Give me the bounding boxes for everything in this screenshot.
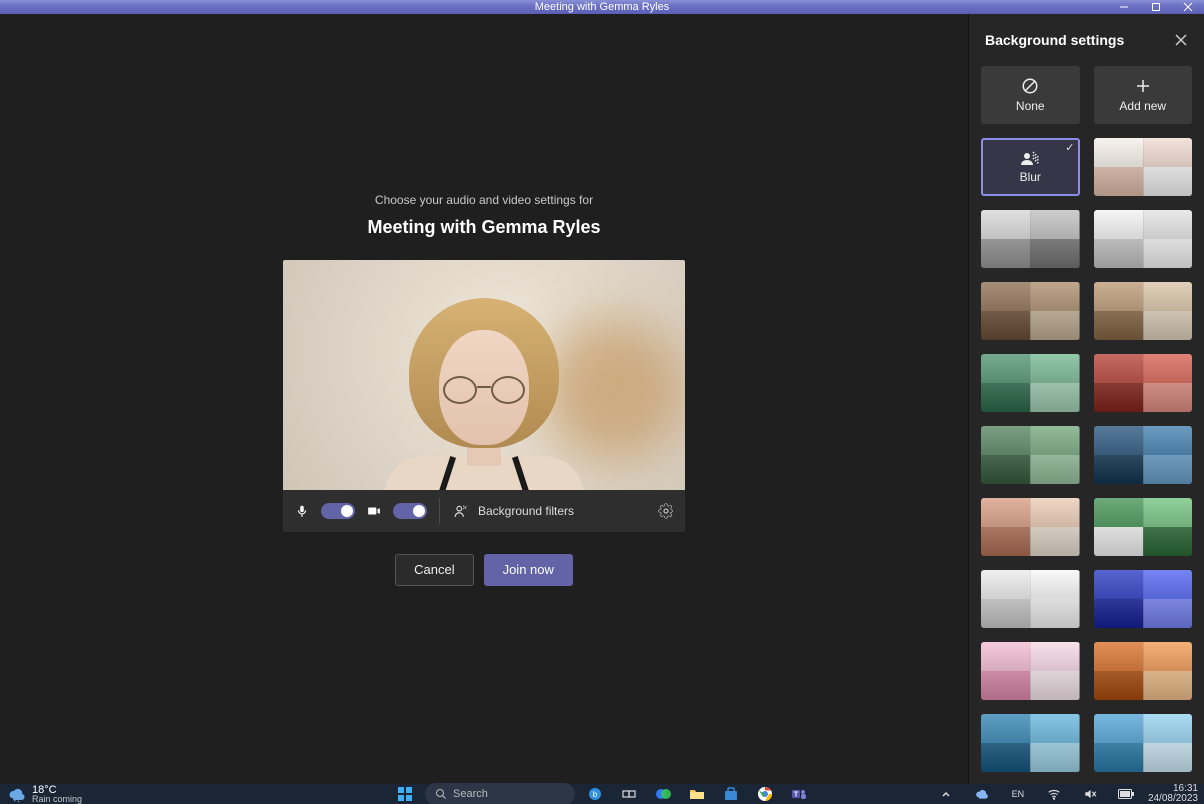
cancel-button[interactable]: Cancel bbox=[395, 554, 473, 586]
taskbar-chrome-button[interactable] bbox=[751, 783, 779, 804]
background-option-blur-label: Blur bbox=[1020, 170, 1041, 184]
background-option-autumn-orange[interactable] bbox=[1094, 642, 1193, 700]
search-icon bbox=[435, 788, 447, 800]
prejoin-prompt: Choose your audio and video settings for bbox=[375, 193, 593, 207]
background-filters-button[interactable]: Background filters bbox=[452, 502, 647, 520]
background-option-hall-green[interactable] bbox=[981, 426, 1080, 484]
taskbar-widgets-button[interactable] bbox=[649, 783, 677, 804]
window-close-button[interactable] bbox=[1172, 0, 1204, 14]
main-area: Choose your audio and video settings for… bbox=[0, 14, 1204, 784]
windows-taskbar: 18°C Rain coming Search b T EN 16:31 24/ bbox=[0, 784, 1204, 804]
prejoin-actions: Cancel Join now bbox=[395, 554, 573, 586]
panel-header: Background settings bbox=[969, 14, 1204, 66]
taskbar-store-button[interactable] bbox=[717, 783, 745, 804]
window-controls bbox=[1108, 0, 1204, 14]
tray-chevron-button[interactable] bbox=[932, 783, 960, 804]
background-thumbnails-grid: None Add new ✓ bbox=[981, 66, 1192, 772]
cancel-button-label: Cancel bbox=[414, 562, 454, 577]
prejoin-controls-bar: Background filters bbox=[283, 490, 685, 532]
join-now-button[interactable]: Join now bbox=[484, 554, 573, 586]
taskbar-explorer-button[interactable] bbox=[683, 783, 711, 804]
taskbar-search-placeholder: Search bbox=[453, 788, 488, 800]
check-icon: ✓ bbox=[1065, 141, 1074, 154]
svg-text:T: T bbox=[794, 792, 799, 799]
background-option-gallery-white[interactable] bbox=[981, 570, 1080, 628]
taskbar-clock[interactable]: 16:31 24/08/2023 bbox=[1148, 784, 1198, 804]
background-option-corridor-blue[interactable] bbox=[1094, 570, 1193, 628]
background-option-arch-desert[interactable] bbox=[981, 498, 1080, 556]
panel-close-button[interactable] bbox=[1174, 33, 1188, 47]
background-option-loft-grey[interactable] bbox=[981, 210, 1080, 268]
background-option-portal-green[interactable] bbox=[1094, 498, 1193, 556]
taskbar-date: 24/08/2023 bbox=[1148, 794, 1198, 804]
none-icon bbox=[1021, 77, 1039, 95]
background-option-cave-blue[interactable] bbox=[1094, 426, 1193, 484]
window-maximize-button[interactable] bbox=[1140, 0, 1172, 14]
background-option-add-new-label: Add new bbox=[1119, 99, 1166, 113]
window-titlebar: Meeting with Gemma Ryles bbox=[0, 0, 1204, 14]
taskbar-teams-button[interactable]: T bbox=[785, 783, 813, 804]
prejoin-stage: Choose your audio and video settings for… bbox=[0, 14, 968, 784]
background-option-patio-glass[interactable] bbox=[981, 354, 1080, 412]
svg-text:b: b bbox=[593, 790, 598, 799]
controls-divider bbox=[439, 498, 440, 524]
background-option-living-warm[interactable] bbox=[981, 282, 1080, 340]
microphone-toggle[interactable] bbox=[321, 503, 355, 519]
background-option-studio-white-arch[interactable] bbox=[1094, 210, 1193, 268]
background-option-abstract-underwater[interactable] bbox=[981, 714, 1080, 772]
taskbar-center: Search b T bbox=[391, 783, 813, 804]
background-option-none[interactable]: None bbox=[981, 66, 1080, 124]
plus-icon bbox=[1134, 77, 1152, 95]
background-filters-label: Background filters bbox=[478, 504, 574, 518]
taskbar-weather-sub: Rain coming bbox=[32, 794, 82, 804]
tray-onedrive-icon[interactable] bbox=[968, 783, 996, 804]
window-minimize-button[interactable] bbox=[1108, 0, 1140, 14]
tray-wifi-icon[interactable] bbox=[1040, 783, 1068, 804]
background-option-blur[interactable]: ✓ Blur bbox=[981, 138, 1080, 196]
video-card: Background filters bbox=[283, 260, 685, 532]
window-title: Meeting with Gemma Ryles bbox=[535, 1, 670, 13]
background-option-none-label: None bbox=[1016, 99, 1045, 113]
camera-toggle[interactable] bbox=[393, 503, 427, 519]
meeting-title: Meeting with Gemma Ryles bbox=[367, 217, 600, 238]
background-option-room-white-pink[interactable] bbox=[1094, 138, 1193, 196]
background-settings-panel: Background settings None Add new bbox=[968, 14, 1204, 784]
join-now-button-label: Join now bbox=[503, 562, 554, 577]
background-option-lounge-red[interactable] bbox=[1094, 354, 1193, 412]
background-option-blossom-pink[interactable] bbox=[981, 642, 1080, 700]
tray-battery-icon[interactable] bbox=[1112, 783, 1140, 804]
background-option-kitchen-wood[interactable] bbox=[1094, 282, 1193, 340]
weather-icon bbox=[8, 785, 26, 803]
microphone-icon bbox=[293, 502, 311, 520]
background-filters-icon bbox=[452, 502, 470, 520]
blur-icon bbox=[1019, 150, 1041, 166]
panel-title: Background settings bbox=[985, 32, 1124, 48]
taskbar-tray: EN 16:31 24/08/2023 bbox=[932, 783, 1198, 804]
taskbar-weather-widget[interactable]: 18°C Rain coming bbox=[0, 784, 120, 804]
tray-language-icon[interactable]: EN bbox=[1004, 783, 1032, 804]
taskbar-search[interactable]: Search bbox=[425, 783, 575, 804]
background-option-abstract-bubbles[interactable] bbox=[1094, 714, 1193, 772]
tray-volume-icon[interactable] bbox=[1076, 783, 1104, 804]
background-option-add-new[interactable]: Add new bbox=[1094, 66, 1193, 124]
taskbar-copilot-button[interactable]: b bbox=[581, 783, 609, 804]
taskbar-taskview-button[interactable] bbox=[615, 783, 643, 804]
device-settings-button[interactable] bbox=[657, 502, 675, 520]
camera-preview bbox=[283, 260, 685, 490]
camera-icon bbox=[365, 502, 383, 520]
start-button[interactable] bbox=[391, 783, 419, 804]
